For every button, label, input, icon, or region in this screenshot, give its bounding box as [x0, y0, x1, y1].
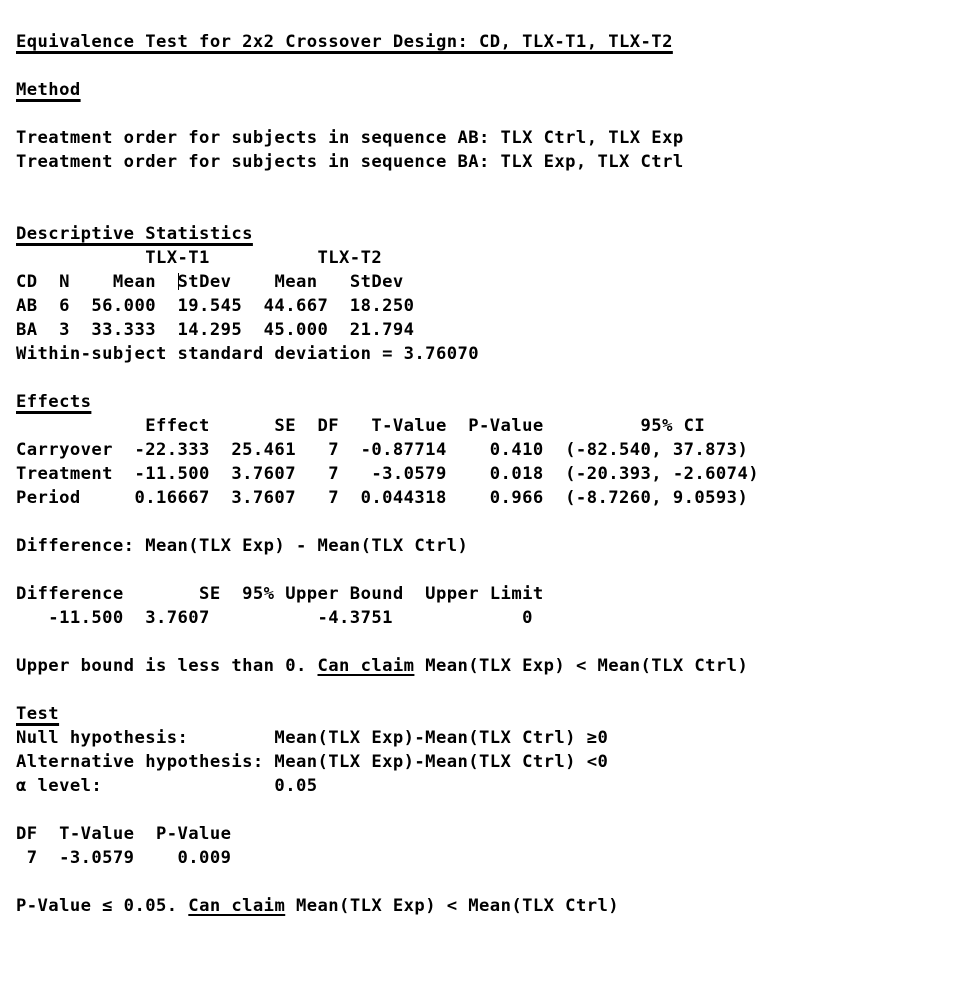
report-title-line: Equivalence Test for 2x2 Crossover Desig… — [16, 30, 960, 54]
can-claim-link[interactable]: Can claim — [318, 656, 415, 676]
descriptive-statistics-column-header: CD N Mean StDev Mean StDev — [16, 270, 960, 294]
table-row: AB 6 56.000 19.545 44.667 18.250 — [16, 296, 415, 316]
difference-conclusion-suffix: Mean(TLX Exp) < Mean(TLX Ctrl) — [414, 656, 749, 676]
table-row: Treatment -11.500 3.7607 7 -3.0579 0.018… — [16, 464, 759, 484]
minitab-session-output: Equivalence Test for 2x2 Crossover Desig… — [0, 0, 960, 984]
test-conclusion-line: P-Value ≤ 0.05. Can claim Mean(TLX Exp) … — [16, 894, 960, 918]
difference-caption: Difference: Mean(TLX Exp) - Mean(TLX Ctr… — [16, 536, 469, 556]
null-hypothesis-line: Null hypothesis: Mean(TLX Exp)-Mean(TLX … — [16, 728, 609, 748]
section-heading-test: Test — [16, 704, 60, 724]
test-conclusion-suffix: Mean(TLX Exp) < Mean(TLX Ctrl) — [285, 896, 620, 916]
within-subject-sd-line: Within-subject standard deviation = 3.76… — [16, 344, 480, 364]
method-heading-line: Method — [16, 78, 960, 102]
effects-column-header: Effect SE DF T-Value P-Value 95% CI — [16, 416, 706, 436]
table-row: 7 -3.0579 0.009 — [16, 848, 232, 868]
table-row: Period 0.16667 3.7607 7 0.044318 0.966 (… — [16, 488, 749, 508]
descriptive-statistics-column-header-left: CD N Mean — [16, 272, 178, 292]
can-claim-link[interactable]: Can claim — [188, 896, 285, 916]
difference-column-header: Difference SE 95% Upper Bound Upper Limi… — [16, 584, 544, 604]
alternative-hypothesis-line: Alternative hypothesis: Mean(TLX Exp)-Me… — [16, 752, 609, 772]
descriptive-statistics-group-header: TLX-T1 TLX-T2 — [16, 248, 383, 268]
method-line-sequence-ba: Treatment order for subjects in sequence… — [16, 152, 684, 172]
table-row: BA 3 33.333 14.295 45.000 21.794 — [16, 320, 415, 340]
method-line-sequence-ab: Treatment order for subjects in sequence… — [16, 128, 684, 148]
effects-heading-line: Effects — [16, 390, 960, 414]
section-heading-descriptive-statistics: Descriptive Statistics — [16, 224, 253, 244]
alpha-level-line: α level: 0.05 — [16, 776, 318, 796]
page-title: Equivalence Test for 2x2 Crossover Desig… — [16, 32, 673, 52]
descriptive-statistics-heading-line: Descriptive Statistics — [16, 222, 960, 246]
difference-conclusion-line: Upper bound is less than 0. Can claim Me… — [16, 654, 960, 678]
section-heading-effects: Effects — [16, 392, 92, 412]
test-heading-line: Test — [16, 702, 960, 726]
test-column-header: DF T-Value P-Value — [16, 824, 232, 844]
descriptive-statistics-column-header-right: StDev Mean StDev — [177, 272, 404, 292]
table-row: Carryover -22.333 25.461 7 -0.87714 0.41… — [16, 440, 749, 460]
test-conclusion-prefix: P-Value ≤ 0.05. — [16, 896, 189, 916]
difference-conclusion-prefix: Upper bound is less than 0. — [16, 656, 318, 676]
table-row: -11.500 3.7607 -4.3751 0 — [16, 608, 533, 628]
section-heading-method: Method — [16, 80, 81, 100]
